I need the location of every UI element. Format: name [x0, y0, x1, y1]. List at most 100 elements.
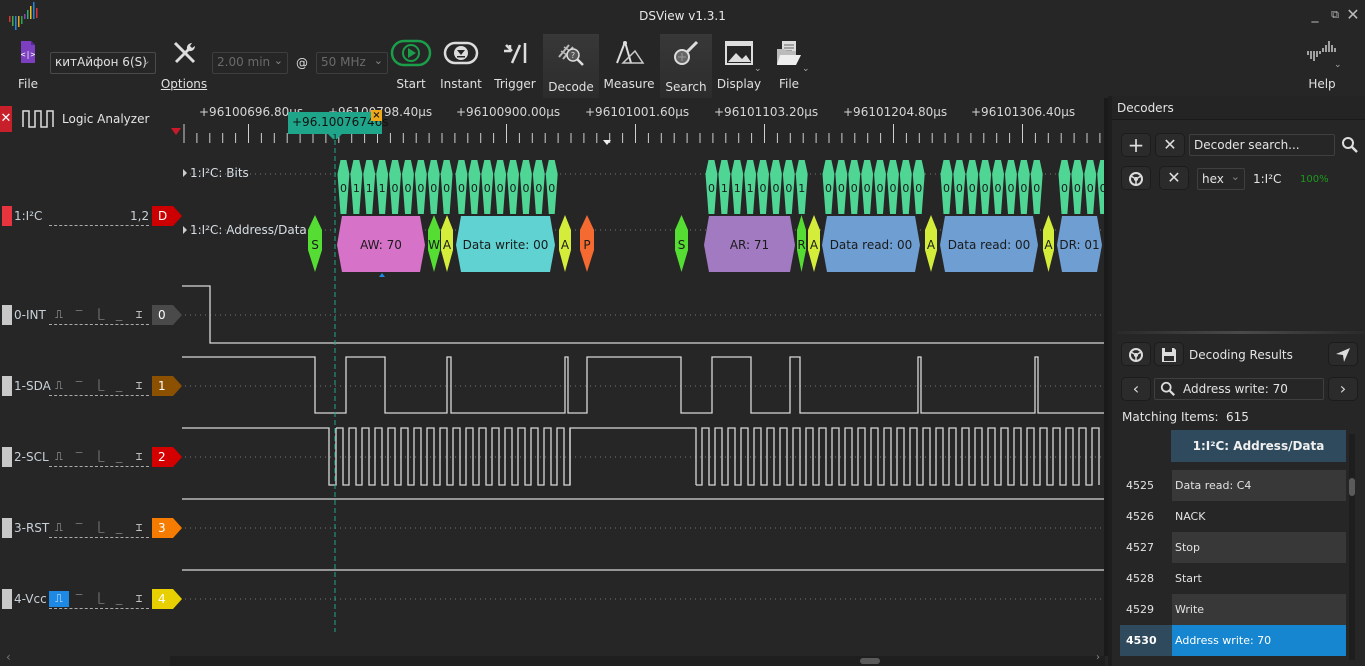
channel-swatch[interactable] [2, 305, 12, 325]
format-select-value: hex [1202, 172, 1224, 186]
trigger-options: ⎍ ‾ ⎿ _ ⌶ [49, 449, 149, 467]
add-decoder-button[interactable]: + [1121, 133, 1151, 157]
chevron-down-icon: ⌄ [1334, 60, 1342, 70]
bit-value: 0 [522, 182, 529, 195]
trigger-any-edge-icon[interactable]: ⌶ [129, 520, 149, 536]
channel-swatch[interactable] [2, 518, 12, 538]
minimize-icon[interactable]: _ [1306, 6, 1324, 24]
trigger-low-level-icon[interactable]: _ [109, 520, 129, 536]
horizontal-scrollbar[interactable]: › [170, 652, 1105, 666]
scroll-right-icon[interactable]: › [1096, 652, 1100, 663]
trigger-high-level-icon[interactable]: ‾ [69, 449, 89, 465]
prev-result-button[interactable]: ‹ [1121, 377, 1151, 401]
channel-row[interactable]: 1-SDA ⎍ ‾ ⎿ _ ⌶ 1 [0, 376, 185, 398]
results-options-button[interactable] [1121, 342, 1151, 366]
decoder-tag[interactable]: D [152, 206, 182, 226]
trigger-rising-edge-icon[interactable]: ⎍ [49, 449, 69, 465]
bit-value: 0 [915, 182, 922, 195]
channel-row[interactable]: 0-INT ⎍ ‾ ⎿ _ ⌶ 0 [0, 305, 185, 327]
trigger-falling-edge-icon[interactable]: ⎿ [89, 307, 109, 323]
restore-icon[interactable]: ⧉ [1326, 6, 1344, 24]
trigger-high-level-icon[interactable]: ‾ [69, 591, 89, 607]
next-result-button[interactable]: › [1328, 377, 1358, 401]
result-index: 4529 [1126, 603, 1154, 616]
search-icon [1160, 381, 1176, 397]
channel-row[interactable]: 2-SCL ⎍ ‾ ⎿ _ ⌶ 2 [0, 447, 185, 469]
save-results-button[interactable] [1154, 342, 1184, 366]
channel-swatch[interactable] [2, 447, 12, 467]
channel-name[interactable]: 1-SDA [14, 379, 51, 393]
decoder-channel-row[interactable]: 1:I²C 1,2 D [0, 206, 185, 228]
channel-name[interactable]: 4-Vcc [14, 592, 47, 606]
bit-value: 0 [1087, 182, 1094, 195]
trigger-high-level-icon[interactable]: ‾ [69, 520, 89, 536]
decoder-options-button[interactable] [1121, 166, 1151, 190]
waveform-canvas[interactable]: 1:I²C: Bits1:I²C: Address/Data0 1 1 1 0 0 0 0 0 0… [0, 0, 1108, 666]
result-row[interactable]: 4530 Address write: 70 [1120, 625, 1346, 656]
bit-value: 0 [902, 182, 909, 195]
bit-value: 0 [825, 182, 832, 195]
trigger-falling-edge-icon[interactable]: ⎿ [89, 520, 109, 536]
search-icon[interactable] [1341, 136, 1359, 154]
trigger-any-edge-icon[interactable]: ⌶ [129, 449, 149, 465]
close-icon[interactable]: ✕ [1344, 6, 1362, 24]
trigger-low-level-icon[interactable]: _ [109, 449, 129, 465]
results-scrollbar-thumb[interactable] [1349, 478, 1355, 496]
result-row[interactable]: 4528 Start [1120, 563, 1346, 594]
annotation-text: A [810, 238, 819, 252]
trigger-low-level-icon[interactable]: _ [109, 307, 129, 323]
format-select[interactable]: hex ⌄ [1197, 168, 1245, 190]
result-row[interactable]: 4529 Write [1120, 594, 1346, 625]
cursor-time-label[interactable]: +96.10076746s [288, 112, 388, 134]
decoder-channel-name: 1:I²C [14, 209, 43, 223]
result-row[interactable]: 4527 Stop [1120, 532, 1346, 563]
result-row[interactable]: 4526 NACK [1120, 501, 1346, 532]
channel-name[interactable]: 3-RST [14, 521, 49, 535]
trigger-rising-edge-icon[interactable]: ⎍ [49, 591, 69, 607]
result-row[interactable]: 4525 Data read: C4 [1120, 470, 1346, 501]
channel-tag[interactable]: 2 [152, 447, 182, 467]
help-button[interactable]: Help ⌄ [1298, 34, 1346, 98]
trigger-falling-edge-icon[interactable]: ⎿ [89, 378, 109, 394]
results-scrollbar[interactable] [1349, 434, 1355, 660]
trigger-rising-edge-icon[interactable]: ⎍ [49, 520, 69, 536]
trigger-high-level-icon[interactable]: ‾ [69, 307, 89, 323]
trigger-falling-edge-icon[interactable]: ⎿ [89, 449, 109, 465]
channel-tag[interactable]: 1 [152, 376, 182, 396]
channel-tag[interactable]: 0 [152, 305, 182, 325]
bit-value: 0 [510, 182, 517, 195]
trigger-low-level-icon[interactable]: _ [109, 378, 129, 394]
decoder-search-input[interactable]: Decoder search... [1189, 134, 1335, 156]
panel-splitter[interactable] [1117, 331, 1365, 334]
channel-row[interactable]: 3-RST ⎍ ‾ ⎿ _ ⌶ 3 [0, 518, 185, 540]
result-text: Stop [1172, 532, 1346, 563]
scrollbar-thumb[interactable] [860, 658, 880, 664]
result-text: Write [1172, 594, 1346, 625]
channel-name[interactable]: 0-INT [14, 308, 46, 322]
bit-value: 0 [708, 182, 715, 195]
trigger-any-edge-icon[interactable]: ⌶ [129, 591, 149, 607]
bit-value: 0 [392, 182, 399, 195]
trigger-falling-edge-icon[interactable]: ⎿ [89, 591, 109, 607]
scroll-left-icon[interactable]: ‹ [6, 650, 11, 664]
channel-name[interactable]: 2-SCL [14, 450, 49, 464]
trigger-any-edge-icon[interactable]: ⌶ [129, 378, 149, 394]
results-column-header[interactable]: 1:I²C: Address/Data [1171, 430, 1346, 462]
channel-swatch[interactable] [2, 589, 12, 609]
channel-tag[interactable]: 4 [152, 589, 182, 609]
steering-wheel-icon [1129, 348, 1143, 362]
trigger-rising-edge-icon[interactable]: ⎍ [49, 307, 69, 323]
channel-row[interactable]: 4-Vcc ⎍ ‾ ⎿ _ ⌶ 4 [0, 589, 185, 611]
channel-swatch[interactable] [2, 376, 12, 396]
goto-button[interactable] [1328, 342, 1358, 366]
trigger-high-level-icon[interactable]: ‾ [69, 378, 89, 394]
dashed-divider [49, 225, 149, 226]
cursor-close-icon[interactable]: × [371, 110, 382, 121]
remove-decoder-button[interactable]: ✕ [1155, 133, 1185, 157]
trigger-low-level-icon[interactable]: _ [109, 591, 129, 607]
channel-tag[interactable]: 3 [152, 518, 182, 538]
trigger-any-edge-icon[interactable]: ⌶ [129, 307, 149, 323]
results-search-input[interactable]: Address write: 70 [1154, 378, 1324, 400]
trigger-rising-edge-icon[interactable]: ⎍ [49, 378, 69, 394]
delete-decoder-button[interactable]: ✕ [1159, 166, 1189, 190]
